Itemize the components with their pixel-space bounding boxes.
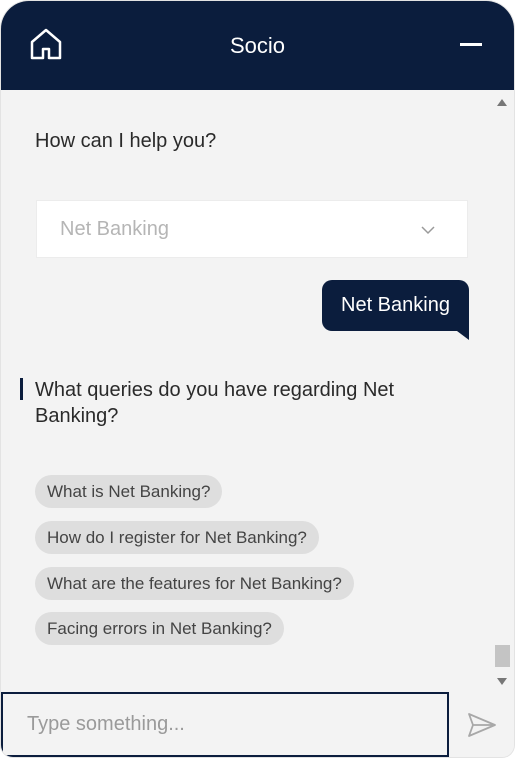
topic-select-value: Net Banking bbox=[60, 217, 169, 240]
chat-title: Socio bbox=[229, 32, 286, 58]
message-input[interactable] bbox=[1, 692, 449, 757]
chat-widget: Socio How can I help you? Net Banking Ne… bbox=[1, 1, 514, 757]
chat-header: Socio bbox=[1, 1, 514, 90]
topic-select[interactable]: Net Banking bbox=[36, 200, 468, 258]
quick-reply-option[interactable]: Facing errors in Net Banking? bbox=[35, 612, 284, 645]
user-message-tail bbox=[457, 331, 469, 340]
home-icon bbox=[30, 28, 62, 60]
minimize-button[interactable] bbox=[460, 43, 482, 46]
quick-reply-option[interactable]: How do I register for Net Banking? bbox=[35, 521, 319, 554]
send-icon[interactable] bbox=[467, 712, 497, 738]
scrollbar-thumb[interactable] bbox=[495, 645, 510, 667]
home-button[interactable] bbox=[27, 25, 65, 63]
bot-message-greeting: How can I help you? bbox=[35, 130, 217, 152]
user-message-bubble: Net Banking bbox=[322, 280, 469, 331]
message-composer bbox=[1, 692, 514, 757]
chat-messages: How can I help you? Net Banking Net Bank… bbox=[1, 90, 491, 692]
quick-reply-option[interactable]: What is Net Banking? bbox=[35, 475, 223, 508]
chevron-down-icon bbox=[421, 226, 435, 235]
scroll-down-arrow-icon[interactable] bbox=[497, 678, 507, 685]
scroll-up-arrow-icon[interactable] bbox=[497, 99, 507, 106]
quick-reply-option[interactable]: What are the features for Net Banking? bbox=[35, 567, 354, 600]
chat-scrollbar[interactable] bbox=[491, 90, 514, 692]
bot-message-accent bbox=[20, 378, 23, 400]
bot-message-question: What queries do you have regarding Net B… bbox=[35, 379, 395, 427]
